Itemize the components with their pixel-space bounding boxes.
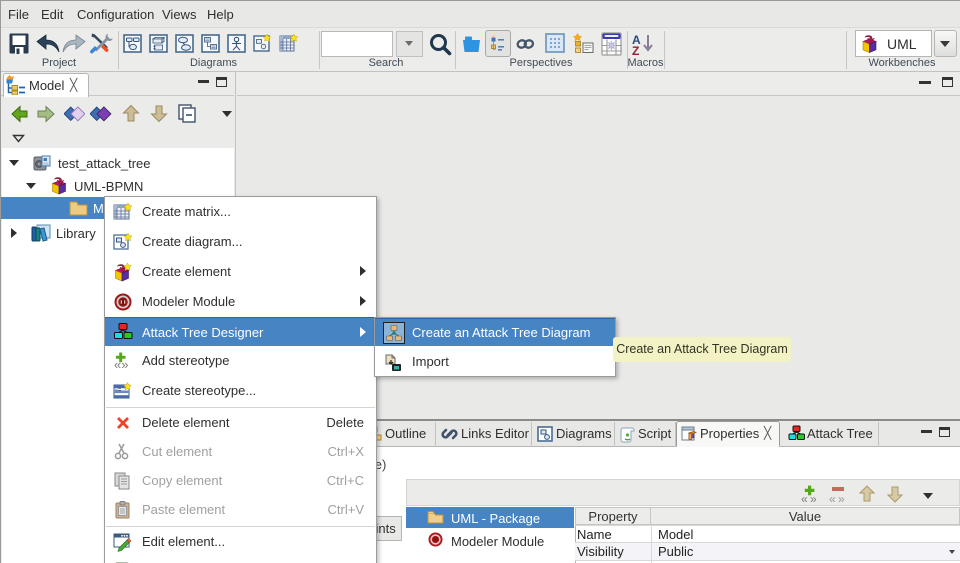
svg-text:«: « (801, 492, 808, 506)
svg-text:«=: «= (115, 388, 121, 394)
svg-text:«»: «» (114, 357, 128, 371)
svg-text:«: « (829, 492, 836, 506)
svg-text:»: » (838, 492, 845, 506)
svg-text:»: » (810, 492, 817, 506)
